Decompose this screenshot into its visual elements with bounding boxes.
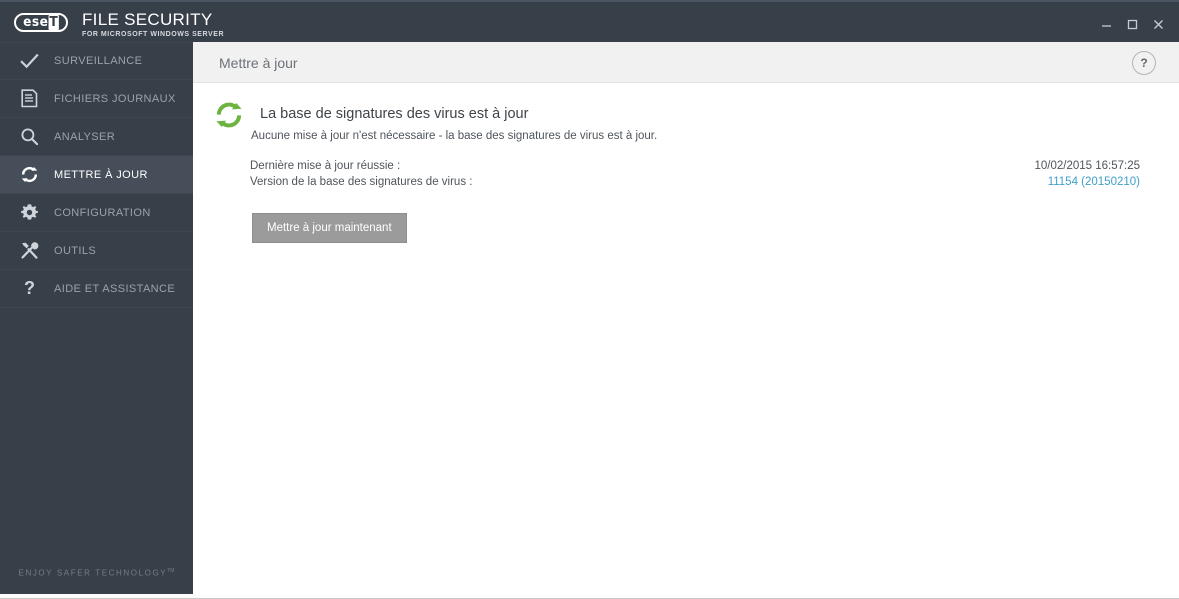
maximize-icon[interactable] [1119, 13, 1145, 35]
content-header: Mettre à jour ? [193, 42, 1179, 83]
close-icon[interactable] [1145, 13, 1171, 35]
product-name-block: FILE SECURITY FOR MICROSOFT WINDOWS SERV… [82, 11, 224, 40]
eset-file-security-window: eseT FILE SECURITY FOR MICROSOFT WINDOWS… [0, 0, 1179, 599]
detail-label: Version de la base des signatures de vir… [250, 176, 473, 188]
update-status-row: La base de signatures des virus est à jo… [214, 102, 528, 130]
title-bar: eseT FILE SECURITY FOR MICROSOFT WINDOWS… [0, 0, 1179, 42]
help-icon[interactable]: ? [1132, 51, 1156, 75]
sidebar-item-outils[interactable]: OUTILS [0, 232, 193, 270]
product-subtitle: FOR MICROSOFT WINDOWS SERVER [82, 31, 225, 38]
tagline-trademark: TM [167, 568, 175, 575]
sidebar-item-fichiers-journaux[interactable]: FICHIERS JOURNAUX [0, 80, 193, 118]
sidebar-item-label: METTRE À JOUR [54, 168, 148, 181]
svg-text:?: ? [23, 279, 34, 298]
green-refresh-icon [214, 100, 244, 130]
sidebar-item-label: FICHIERS JOURNAUX [54, 92, 176, 105]
detail-row: Version de la base des signatures de vir… [250, 174, 1140, 190]
sidebar-nav: SURVEILLANCE FICHIERS JOURNAUX ANALYSER … [0, 42, 193, 308]
eset-logo-text: ese [23, 15, 49, 30]
sidebar-item-label: ANALYSER [54, 130, 116, 143]
refresh-icon [14, 164, 44, 186]
tools-icon [14, 240, 44, 262]
sidebar-item-mettre-a-jour[interactable]: METTRE À JOUR [0, 156, 193, 194]
minimize-icon[interactable] [1093, 13, 1119, 35]
magnifier-icon [14, 126, 44, 148]
sidebar-item-analyser[interactable]: ANALYSER [0, 118, 193, 156]
main-content: La base de signatures des virus est à jo… [193, 83, 1179, 594]
page-title: Mettre à jour [219, 55, 298, 71]
sidebar-tagline: ENJOY SAFER TECHNOLOGYTM [0, 568, 193, 578]
update-details: Dernière mise à jour réussie : 10/02/201… [250, 158, 1140, 190]
eset-logo-icon: eseT [14, 13, 68, 32]
update-now-button[interactable]: Mettre à jour maintenant [252, 213, 407, 243]
detail-value-link[interactable]: 11154 (20150210) [1048, 174, 1140, 190]
product-name: FILE SECURITY [82, 10, 213, 29]
detail-row: Dernière mise à jour réussie : 10/02/201… [250, 158, 1140, 174]
window-controls [1093, 13, 1171, 35]
sidebar-item-label: SURVEILLANCE [54, 55, 143, 67]
log-file-icon [14, 88, 44, 110]
check-icon [14, 50, 44, 72]
sidebar: SURVEILLANCE FICHIERS JOURNAUX ANALYSER … [0, 42, 193, 594]
sidebar-item-configuration[interactable]: CONFIGURATION [0, 194, 193, 232]
status-heading: La base de signatures des virus est à jo… [260, 106, 529, 122]
sidebar-item-label: AIDE ET ASSISTANCE [54, 282, 176, 295]
brand-logo: eseT FILE SECURITY FOR MICROSOFT WINDOWS… [14, 11, 224, 40]
tagline-text: ENJOY SAFER TECHNOLOGY [18, 569, 168, 578]
sidebar-item-label: OUTILS [54, 244, 97, 257]
sidebar-item-aide-et-assistance[interactable]: ? AIDE ET ASSISTANCE [0, 270, 193, 308]
sidebar-item-label: CONFIGURATION [54, 206, 151, 219]
status-subtext: Aucune mise à jour n'est nécessaire - la… [251, 130, 658, 142]
question-mark-icon: ? [14, 278, 44, 300]
detail-value: 10/02/2015 16:57:25 [1034, 160, 1140, 172]
detail-label: Dernière mise à jour réussie : [250, 160, 401, 172]
eset-logo-t: T [48, 15, 59, 30]
sidebar-item-surveillance[interactable]: SURVEILLANCE [0, 42, 193, 80]
gear-icon [14, 202, 44, 224]
